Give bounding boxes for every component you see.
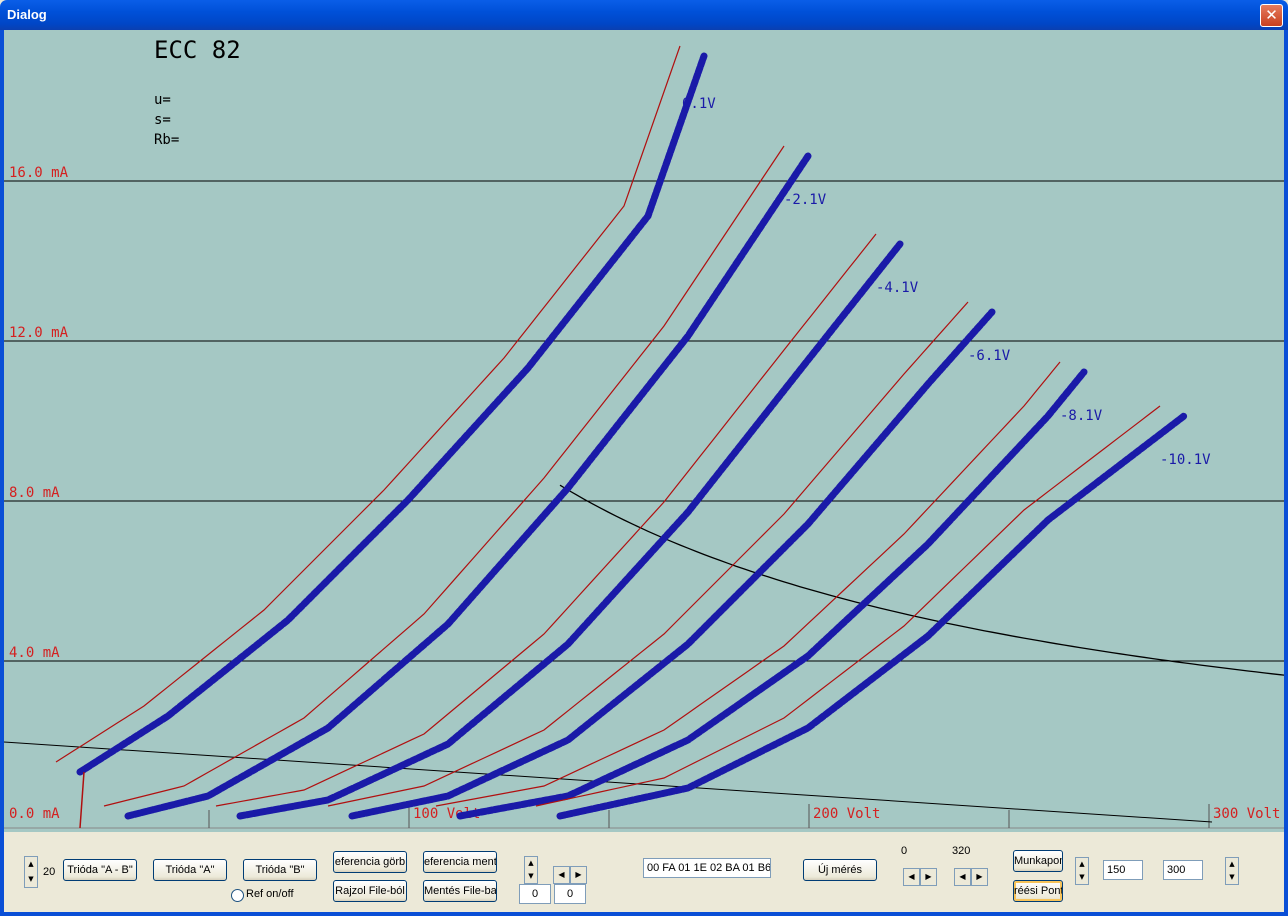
reference-curve <box>103 145 785 807</box>
reference-save-button[interactable]: eferencia ment <box>423 851 497 873</box>
range-max-hscroll[interactable]: ◀ ▶ <box>954 864 988 886</box>
spin-down-icon[interactable]: ▼ <box>525 870 537 883</box>
value-150-field[interactable]: 150 <box>1103 860 1143 880</box>
reference-curve <box>215 233 877 807</box>
y-tick-label: 12.0 mA <box>9 325 69 341</box>
ref-toggle-label: Ref on/off <box>246 888 294 900</box>
arrow-right-icon[interactable]: ▶ <box>570 866 587 884</box>
curve-label: -2.1V <box>784 192 827 208</box>
arrow-right-icon[interactable]: ▶ <box>920 868 937 886</box>
reference-riser <box>79 771 85 829</box>
arrow-left-icon[interactable]: ◀ <box>954 868 971 886</box>
scale-value: 20 <box>43 866 56 878</box>
characteristic-chart: 16.0 mA12.0 mA8.0 mA4.0 mA0.0 mA 100 Volt… <box>4 36 1284 829</box>
y-tick-label: 0.0 mA <box>9 806 60 822</box>
spin-down-icon[interactable]: ▼ <box>1076 871 1088 884</box>
reference-curve <box>55 45 681 763</box>
scale-spinner[interactable]: ▲ ▼ <box>24 856 38 888</box>
close-button[interactable]: ✕ <box>1260 4 1283 27</box>
spin-up-icon[interactable]: ▲ <box>1076 858 1088 872</box>
curve-label: -8.1V <box>1060 408 1103 424</box>
spin-down-icon[interactable]: ▼ <box>1226 871 1238 884</box>
arrow-left-icon[interactable]: ◀ <box>553 866 570 884</box>
spin-up-icon[interactable]: ▲ <box>25 857 37 873</box>
x-tick-label: 300 Volt <box>1213 806 1280 822</box>
trioda-b-button[interactable]: Trióda "B" <box>243 859 317 881</box>
offset-hscroll[interactable]: ◀ ▶ <box>553 862 587 884</box>
measure-point-button[interactable]: réési Pont <box>1013 880 1063 902</box>
curve-label: -4.1V <box>876 280 919 296</box>
param-label: s= <box>154 112 171 128</box>
value-b-field[interactable]: 0 <box>554 884 586 904</box>
y-tick-label: 16.0 mA <box>9 165 69 181</box>
arrow-right-icon[interactable]: ▶ <box>971 868 988 886</box>
plot-area: 16.0 mA 12.0 mA 8.0 mA 4.0 mA 0.0 mA 100 Volt… <box>4 30 1284 832</box>
new-measurement-button[interactable]: Új mérés <box>803 859 877 881</box>
reference-curve-button[interactable]: eferencia görb <box>333 851 407 873</box>
draw-from-file-button[interactable]: Rajzol File-ból <box>333 880 407 902</box>
value-300-field[interactable]: 300 <box>1163 860 1203 880</box>
curve-label: -6.1V <box>968 348 1011 364</box>
load-line <box>4 741 1213 823</box>
offset-spinner[interactable]: ▲ ▼ <box>524 856 538 884</box>
param-label: Rb= <box>154 132 179 148</box>
spin-up-icon[interactable]: ▲ <box>1226 858 1238 872</box>
spin-up-icon[interactable]: ▲ <box>525 857 537 871</box>
trioda-a-button[interactable]: Trióda "A" <box>153 859 227 881</box>
range-min-label: 0 <box>901 845 908 857</box>
tube-title: ECC 82 <box>154 36 241 64</box>
range-max-label: 320 <box>952 845 971 857</box>
value-300-spinner[interactable]: ▲ ▼ <box>1225 857 1239 885</box>
ref-toggle-radio[interactable] <box>231 889 244 902</box>
range-min-hscroll[interactable]: ◀ ▶ <box>903 864 937 886</box>
work-point-button[interactable]: Munkapon <box>1013 850 1063 872</box>
dissipation-curve <box>559 484 1284 676</box>
hex-data-field[interactable]: 00 FA 01 1E 02 BA 01 B6 <box>643 858 771 878</box>
trioda-ab-button[interactable]: Trióda "A - B" <box>63 859 137 881</box>
x-tick-label: 200 Volt <box>813 806 880 822</box>
arrow-left-icon[interactable]: ◀ <box>903 868 920 886</box>
y-tick-label: 4.0 mA <box>9 645 60 661</box>
y-tick-label: 8.0 mA <box>9 485 60 501</box>
spin-down-icon[interactable]: ▼ <box>25 872 37 887</box>
param-label: u= <box>154 92 171 108</box>
measured-curve <box>76 52 708 776</box>
window-frame-right <box>1284 30 1288 916</box>
window-title: Dialog <box>7 7 47 22</box>
value-a-field[interactable]: 0 <box>519 884 551 904</box>
save-to-file-button[interactable]: Mentés File-ba <box>423 880 497 902</box>
window-frame-bottom <box>0 912 1288 916</box>
title-bar: Dialog ✕ <box>0 0 1288 30</box>
curve-label: 0.1V <box>682 96 716 112</box>
value-150-spinner[interactable]: ▲ ▼ <box>1075 857 1089 885</box>
curve-label: -10.1V <box>1160 452 1211 468</box>
